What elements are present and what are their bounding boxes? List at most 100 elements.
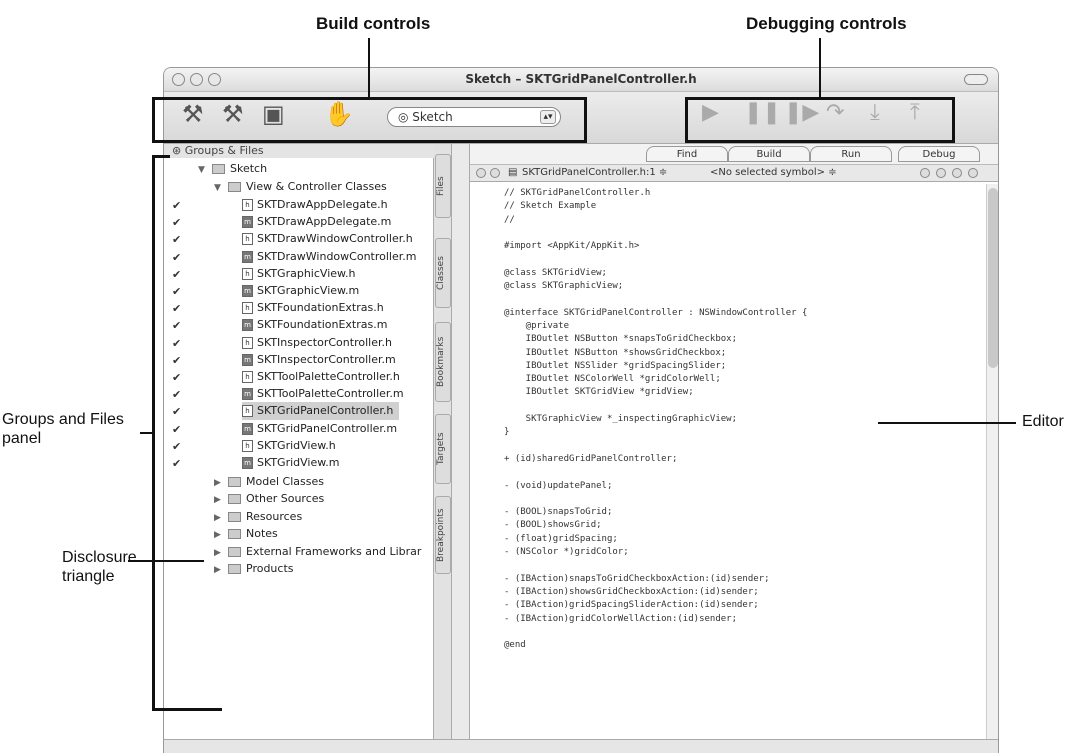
file-row[interactable]: h SKTGraphicView.h — [242, 265, 361, 283]
code-line: - (BOOL)showsGrid; — [504, 520, 602, 531]
project-row[interactable]: ▼ Sketch — [198, 160, 267, 178]
code-editor[interactable]: // SKTGridPanelController.h // Sketch Exa… — [470, 182, 998, 753]
target-checkbox[interactable]: ✔ — [172, 285, 181, 298]
target-checkbox[interactable]: ✔ — [172, 216, 181, 229]
target-checkbox[interactable]: ✔ — [172, 440, 181, 453]
file-row[interactable]: m SKTFoundationExtras.m — [242, 316, 393, 334]
file-row[interactable]: h SKTDrawAppDelegate.h — [242, 196, 394, 214]
code-text[interactable]: // SKTGridPanelController.h // Sketch Exa… — [504, 187, 807, 652]
side-tab-bookmarks[interactable]: Bookmarks — [435, 322, 451, 402]
target-checkbox[interactable]: ✔ — [172, 319, 181, 332]
target-checkbox[interactable]: ✔ — [172, 354, 181, 367]
target-checkbox[interactable]: ✔ — [172, 388, 181, 401]
target-checkbox[interactable]: ✔ — [172, 251, 181, 264]
build-button[interactable]: Build — [728, 146, 810, 162]
target-checkbox[interactable]: ✔ — [172, 423, 181, 436]
run-icon[interactable]: ▶ — [702, 102, 719, 124]
file-row[interactable]: m SKTToolPaletteController.m — [242, 385, 410, 403]
file-row[interactable]: h SKTDrawWindowController.h — [242, 230, 419, 248]
disclosure-triangle-icon[interactable]: ▶ — [214, 491, 228, 509]
side-tab-targets[interactable]: Targets — [435, 414, 451, 484]
group-row[interactable]: ▶ Model Classes — [214, 473, 324, 491]
target-value: Sketch — [412, 110, 453, 124]
debug-controls-leader — [819, 38, 821, 98]
target-checkbox[interactable]: ✔ — [172, 302, 181, 315]
code-line: - (void)updatePanel; — [504, 480, 613, 491]
file-row[interactable]: m SKTDrawAppDelegate.m — [242, 213, 397, 231]
lock-icon[interactable] — [968, 168, 978, 178]
file-row[interactable]: m SKTInspectorController.m — [242, 351, 402, 369]
file-row[interactable]: h SKTGridView.h — [242, 437, 342, 455]
file-row[interactable]: m SKTDrawWindowController.m — [242, 248, 422, 266]
target-checkbox[interactable]: ✔ — [172, 371, 181, 384]
build-button-label: Build — [756, 149, 782, 160]
bookmark-icon[interactable] — [920, 168, 930, 178]
disclosure-triangle-icon[interactable]: ▼ — [198, 161, 212, 179]
side-tab-classes[interactable]: Classes — [435, 238, 451, 308]
step-out-icon[interactable]: ⤒ — [910, 102, 920, 124]
continue-icon[interactable]: ❚▶ — [784, 102, 819, 124]
code-line: // Sketch Example — [504, 201, 597, 212]
group-row[interactable]: ▶ External Frameworks and Librar — [214, 543, 421, 561]
hammer-icon[interactable]: ⚒ — [182, 102, 204, 126]
target-checkbox[interactable]: ✔ — [172, 337, 181, 350]
file-row[interactable]: h SKTToolPaletteController.h — [242, 368, 406, 386]
disclosure-triangle-icon[interactable]: ▶ — [214, 474, 228, 492]
file-row[interactable]: m SKTGridView.m — [242, 454, 345, 472]
target-checkbox[interactable]: ✔ — [172, 199, 181, 212]
group-row[interactable]: ▶ Resources — [214, 508, 302, 526]
run-button[interactable]: Run — [810, 146, 892, 162]
build-and-go-icon[interactable]: ⚒ — [222, 102, 244, 126]
file-row[interactable]: h SKTGridPanelController.h — [242, 402, 400, 421]
pause-icon[interactable]: ❚❚ — [744, 102, 781, 124]
group-row[interactable]: ▼ View & Controller Classes — [214, 178, 387, 196]
disclosure-triangle-icon[interactable]: ▶ — [214, 544, 228, 562]
disclosure-triangle-icon[interactable]: ▶ — [214, 526, 228, 544]
file-row[interactable]: h SKTFoundationExtras.h — [242, 299, 390, 317]
debug-button[interactable]: Debug — [898, 146, 980, 162]
side-tab-breakpoints[interactable]: Breakpoints — [435, 496, 451, 574]
build-controls-bracket — [152, 140, 587, 143]
project-label: Sketch — [230, 162, 268, 175]
file-popup[interactable]: SKTGridPanelController.h:1 ≑ — [522, 165, 667, 181]
side-tab-files[interactable]: Files — [435, 154, 451, 218]
target-checkbox[interactable]: ✔ — [172, 233, 181, 246]
implementation-file-icon: m — [242, 285, 253, 297]
scrollbar-thumb[interactable] — [988, 188, 998, 368]
counterpart-icon[interactable] — [952, 168, 962, 178]
target-checkbox[interactable]: ✔ — [172, 405, 181, 418]
back-icon[interactable] — [476, 168, 486, 178]
file-row[interactable]: h SKTInspectorController.h — [242, 334, 398, 352]
stop-icon[interactable]: ✋ — [324, 102, 354, 126]
file-label: SKTDrawWindowController.m — [257, 249, 417, 263]
active-target-select[interactable]: ◎ Sketch ▴▾ — [387, 107, 561, 127]
step-into-icon[interactable]: ⤓ — [870, 102, 880, 124]
toolbar-toggle-button[interactable] — [964, 74, 988, 85]
file-row[interactable]: m SKTGraphicView.m — [242, 282, 365, 300]
symbol-popup[interactable]: <No selected symbol> ≑ — [710, 165, 837, 181]
vertical-scrollbar[interactable] — [986, 184, 998, 744]
disclosure-triangle-icon[interactable]: ▶ — [214, 561, 228, 579]
folder-icon — [228, 182, 241, 192]
forward-icon[interactable] — [490, 168, 500, 178]
run-button-label: Run — [841, 149, 861, 160]
disclosure-triangle-icon[interactable]: ▶ — [214, 509, 228, 527]
breakpoint-icon[interactable] — [936, 168, 946, 178]
group-row[interactable]: ▶ Other Sources — [214, 490, 324, 508]
disclosure-triangle-icon[interactable]: ▼ — [214, 179, 228, 197]
target-checkbox[interactable]: ✔ — [172, 457, 181, 470]
find-button[interactable]: Find — [646, 146, 728, 162]
file-row[interactable]: m SKTGridPanelController.m — [242, 420, 403, 438]
target-checkbox[interactable]: ✔ — [172, 268, 181, 281]
file-label: SKTToolPaletteController.m — [257, 387, 404, 401]
code-line: @end — [504, 640, 526, 651]
group-row[interactable]: ▶ Notes — [214, 525, 278, 543]
clean-icon[interactable]: ▣ — [262, 102, 285, 126]
disclosure-triangle-callout: Disclosure triangle — [62, 549, 137, 586]
split-view-divider[interactable] — [452, 144, 470, 753]
step-over-icon[interactable]: ↷ — [826, 102, 844, 124]
implementation-file-icon: m — [242, 422, 253, 435]
group-row[interactable]: ▶ Products — [214, 560, 294, 578]
